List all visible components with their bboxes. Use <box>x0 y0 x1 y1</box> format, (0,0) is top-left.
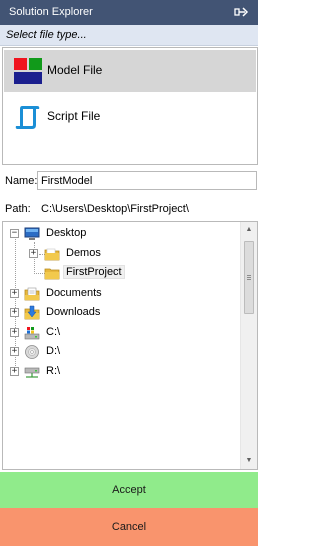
script-file-icon <box>15 106 40 129</box>
accept-button[interactable]: Accept <box>0 472 258 508</box>
name-input[interactable] <box>37 171 257 190</box>
name-label: Name: <box>5 175 38 187</box>
folder-icon <box>44 248 60 261</box>
title-bar: Solution Explorer <box>0 0 258 25</box>
tree-node-label: Documents <box>46 287 102 299</box>
tree-node-documents[interactable]: + Documents <box>3 285 241 303</box>
tree-node-desktop[interactable]: − Desktop <box>3 225 241 243</box>
file-type-header: Select file type... <box>0 25 258 46</box>
expand-toggle[interactable]: + <box>10 367 19 376</box>
file-type-label: Script File <box>47 109 101 123</box>
folder-tree[interactable]: − Desktop + Demos FirstProject + Documen… <box>2 221 258 470</box>
scroll-up-arrow-icon[interactable]: ▲ <box>241 222 257 238</box>
model-file-icon <box>14 58 42 84</box>
cancel-button[interactable]: Cancel <box>0 508 258 546</box>
expand-toggle[interactable]: + <box>29 249 38 258</box>
pin-icon[interactable] <box>234 5 250 19</box>
expand-toggle[interactable]: + <box>10 289 19 298</box>
file-type-model[interactable]: Model File <box>4 50 256 92</box>
tree-node-c-drive[interactable]: + C:\ <box>3 324 241 342</box>
expand-toggle[interactable]: + <box>10 347 19 356</box>
scroll-thumb[interactable] <box>244 241 254 314</box>
disc-drive-icon <box>25 345 39 359</box>
file-type-label: Model File <box>47 63 103 77</box>
expand-toggle[interactable]: + <box>10 308 19 317</box>
expand-toggle[interactable]: + <box>10 328 19 337</box>
path-value: C:\Users\Desktop\FirstProject\ <box>41 203 189 215</box>
tree-node-label: FirstProject <box>63 265 125 279</box>
tree-node-r-drive[interactable]: + R:\ <box>3 363 241 381</box>
desktop-icon <box>24 227 40 240</box>
network-drive-icon <box>24 367 40 378</box>
system-drive-icon <box>24 327 40 340</box>
tree-scrollbar[interactable]: ▲ ▼ <box>240 222 257 469</box>
tree-node-label: Desktop <box>46 227 87 239</box>
folder-icon <box>44 268 60 280</box>
tree-node-label: D:\ <box>46 345 61 357</box>
tree-node-label: Downloads <box>46 306 101 318</box>
downloads-icon <box>24 305 40 320</box>
tree-node-demos[interactable]: + Demos <box>3 245 241 263</box>
file-type-list: Model File Script File <box>2 47 258 165</box>
scroll-down-arrow-icon[interactable]: ▼ <box>241 453 257 469</box>
tree-node-label: R:\ <box>46 365 61 377</box>
tree-node-label: Demos <box>66 247 101 259</box>
documents-icon <box>24 287 40 301</box>
tree-node-firstproject[interactable]: FirstProject <box>3 264 241 282</box>
tree-node-label: C:\ <box>46 326 61 338</box>
file-type-script[interactable]: Script File <box>4 96 256 138</box>
window-title: Solution Explorer <box>9 6 93 18</box>
collapse-toggle[interactable]: − <box>10 229 19 238</box>
file-type-prompt: Select file type... <box>6 29 87 41</box>
path-label: Path: <box>5 203 31 215</box>
tree-node-downloads[interactable]: + Downloads <box>3 304 241 322</box>
tree-node-d-drive[interactable]: + D:\ <box>3 343 241 361</box>
